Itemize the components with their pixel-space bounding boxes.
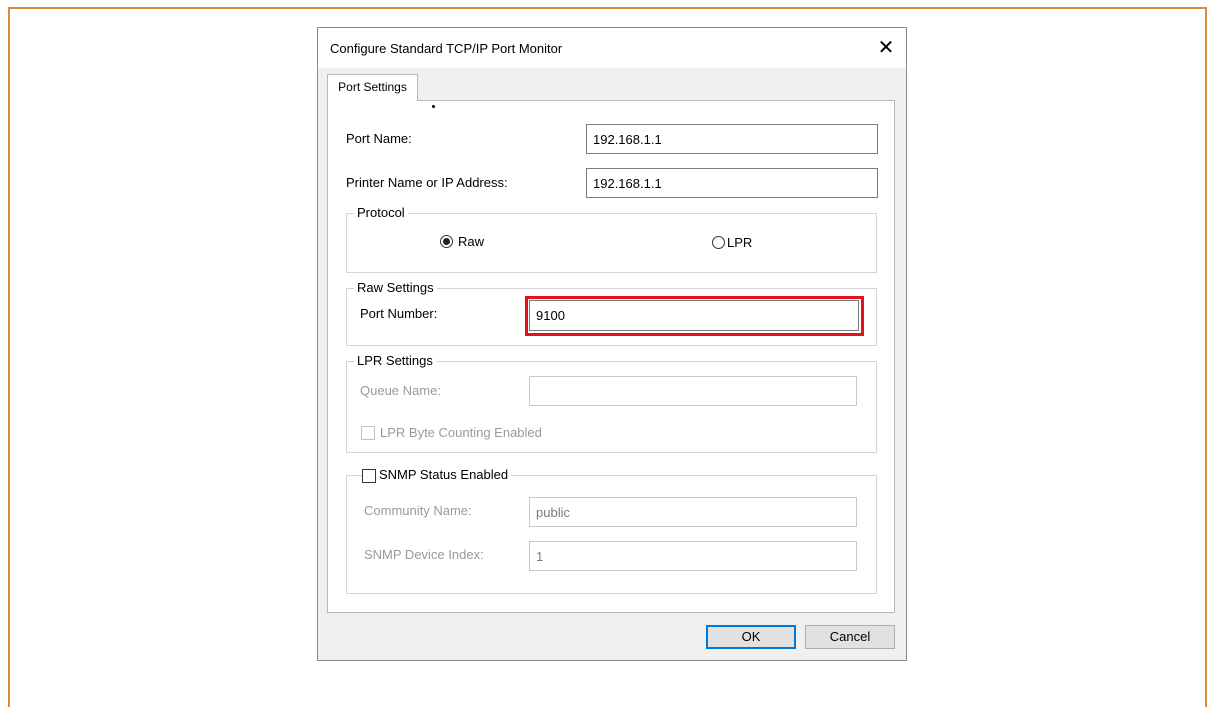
- cancel-button[interactable]: Cancel: [805, 625, 895, 649]
- queue-name-input[interactable]: [529, 376, 857, 406]
- device-index-input[interactable]: [529, 541, 857, 571]
- port-name-label: Port Name:: [346, 131, 412, 146]
- queue-name-label: Queue Name:: [360, 383, 441, 398]
- lpr-byte-counting-label[interactable]: LPR Byte Counting Enabled: [380, 425, 542, 440]
- title-bar: Configure Standard TCP/IP Port Monitor ✕: [318, 28, 906, 68]
- port-number-highlight: [525, 296, 864, 336]
- printer-address-label: Printer Name or IP Address:: [346, 175, 508, 190]
- port-name-input[interactable]: [586, 124, 878, 154]
- focus-dot: [432, 105, 435, 108]
- community-name-label: Community Name:: [364, 503, 472, 518]
- close-icon[interactable]: ✕: [872, 34, 900, 62]
- dialog-title: Configure Standard TCP/IP Port Monitor: [330, 41, 563, 56]
- protocol-group: [346, 213, 877, 273]
- lpr-radio[interactable]: [712, 236, 725, 249]
- lpr-settings-legend: LPR Settings: [354, 353, 436, 368]
- lpr-radio-label[interactable]: LPR: [727, 235, 752, 250]
- snmp-enabled-checkbox[interactable]: [362, 469, 376, 483]
- lpr-byte-counting-checkbox[interactable]: [361, 426, 375, 440]
- raw-settings-legend: Raw Settings: [354, 280, 437, 295]
- snmp-group: [346, 475, 877, 594]
- printer-address-input[interactable]: [586, 168, 878, 198]
- snmp-enabled-label[interactable]: SNMP Status Enabled: [376, 467, 512, 482]
- ok-button[interactable]: OK: [706, 625, 796, 649]
- device-index-label: SNMP Device Index:: [364, 547, 484, 562]
- raw-radio[interactable]: [440, 235, 453, 248]
- protocol-legend: Protocol: [354, 205, 408, 220]
- tab-port-settings[interactable]: Port Settings: [327, 74, 418, 101]
- port-number-label: Port Number:: [360, 306, 438, 321]
- raw-radio-label[interactable]: Raw: [458, 234, 484, 249]
- community-name-input[interactable]: [529, 497, 857, 527]
